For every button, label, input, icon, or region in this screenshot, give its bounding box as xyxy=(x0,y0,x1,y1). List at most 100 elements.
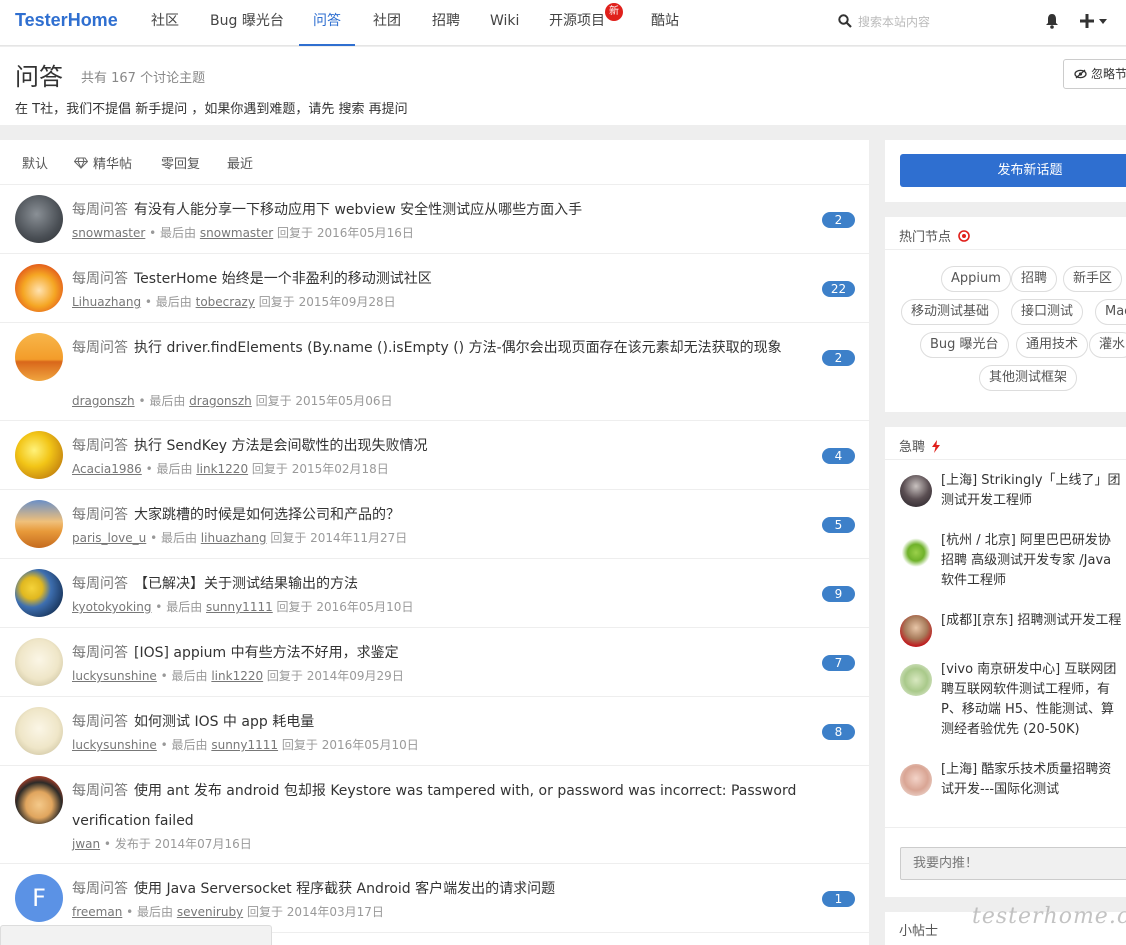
filter-recent[interactable]: 最近 xyxy=(227,153,253,172)
reply-count[interactable]: 5 xyxy=(822,517,855,533)
topic-title[interactable]: 每周问答 [IOS] appium 中有些方法不好用，求鉴定 xyxy=(72,638,822,668)
meta-time: 回复于 2015年05月06日 xyxy=(251,394,393,408)
topic-node[interactable]: 每周问答 xyxy=(72,438,128,454)
avatar[interactable] xyxy=(15,195,63,243)
reply-count[interactable]: 2 xyxy=(822,350,855,366)
avatar[interactable] xyxy=(15,333,63,381)
reply-count[interactable]: 7 xyxy=(822,655,855,671)
last-reply-user-link[interactable]: link1220 xyxy=(196,462,248,476)
reply-count[interactable]: 22 xyxy=(822,281,855,297)
author-link[interactable]: kyotokyoking xyxy=(72,600,151,614)
node-tag[interactable]: 接口测试 xyxy=(1011,299,1084,325)
node-tag[interactable]: 招聘 xyxy=(1011,266,1058,292)
topic-node[interactable]: 每周问答 xyxy=(72,202,128,218)
meta-sep: • 最后由 xyxy=(156,669,212,683)
author-link[interactable]: Lihuazhang xyxy=(72,295,141,309)
topic-node[interactable]: 每周问答 xyxy=(72,881,128,897)
last-reply-user-link[interactable]: lihuazhang xyxy=(201,531,267,545)
topic-node[interactable]: 每周问答 xyxy=(72,576,128,592)
ignore-node-button[interactable]: 忽略节 xyxy=(1063,59,1126,89)
topic-node[interactable]: 每周问答 xyxy=(72,783,128,799)
horizontal-scrollbar-stub[interactable] xyxy=(0,925,272,945)
topic-node[interactable]: 每周问答 xyxy=(72,645,128,661)
topic-title-text: 大家跳槽的时候是如何选择公司和产品的？ xyxy=(134,507,400,523)
topic-title[interactable]: 每周问答 TesterHome 始终是一个非盈利的移动测试社区 xyxy=(72,264,822,294)
node-tag[interactable]: 移动测试基础 xyxy=(901,299,1000,325)
meta-time: 回复于 2014年03月17日 xyxy=(243,905,384,919)
avatar[interactable] xyxy=(15,264,63,312)
nav-item-bug[interactable]: Bug 曝光台 xyxy=(196,0,298,46)
topic-title[interactable]: 每周问答 大家跳槽的时候是如何选择公司和产品的？ xyxy=(72,500,822,530)
new-topic-button[interactable]: 发布新话题 xyxy=(900,154,1126,187)
node-tag[interactable]: 通用技术 xyxy=(1016,332,1089,358)
topic-title[interactable]: 每周问答 【已解决】关于测试结果输出的方法 xyxy=(72,569,822,599)
avatar[interactable] xyxy=(15,500,63,548)
topic-title[interactable]: 每周问答 如何测试 IOS 中 app 耗电量 xyxy=(72,707,822,737)
reply-count[interactable]: 9 xyxy=(822,586,855,602)
author-link[interactable]: luckysunshine xyxy=(72,669,157,683)
last-reply-user-link[interactable]: link1220 xyxy=(211,669,263,683)
filter-default[interactable]: 默认 xyxy=(22,153,48,172)
meta-time: 回复于 2014年09月29日 xyxy=(263,669,404,683)
nav-item-sites[interactable]: 酷站 xyxy=(637,0,693,46)
nav-item-jobs[interactable]: 招聘 xyxy=(418,0,474,46)
topic-title[interactable]: 每周问答 执行 driver.findElements (By.name ().i… xyxy=(72,333,822,363)
last-reply-user-link[interactable]: sunny1111 xyxy=(206,600,273,614)
nav-item-clubs[interactable]: 社团 xyxy=(359,0,415,46)
plus-menu[interactable] xyxy=(1080,11,1110,31)
last-reply-user-link[interactable]: dragonszh xyxy=(189,394,252,408)
topic-node[interactable]: 每周问答 xyxy=(72,271,128,287)
author-link[interactable]: freeman xyxy=(72,905,122,919)
brand-logo[interactable]: TesterHome xyxy=(15,10,118,31)
avatar[interactable] xyxy=(15,569,63,617)
hot-nodes-title-text: 热门节点 xyxy=(899,230,952,245)
meta-time: 回复于 2016年05月16日 xyxy=(273,226,414,240)
bell-icon[interactable] xyxy=(1045,13,1059,29)
job-title: [成都][京东] 招聘测试开发工程 xyxy=(941,613,1122,628)
search-input[interactable] xyxy=(858,12,988,32)
node-tag[interactable]: 新手区 xyxy=(1063,266,1123,292)
search-icon[interactable] xyxy=(838,14,852,28)
last-reply-user-link[interactable]: snowmaster xyxy=(200,226,273,240)
reply-count[interactable]: 1 xyxy=(822,891,855,907)
node-tag[interactable]: Mac xyxy=(1095,299,1126,325)
topic-title[interactable]: 每周问答 有没有人能分享一下移动应用下 webview 安全性测试应从哪些方面入手 xyxy=(72,195,822,225)
hot-nodes-panel: 热门节点 Appium 招聘 新手区 移动测试基础 接口测试 Mac Bug 曝… xyxy=(885,217,1126,412)
author-link[interactable]: snowmaster xyxy=(72,226,145,240)
filter-excellent[interactable]: 精华帖 xyxy=(74,153,132,172)
reply-count[interactable]: 4 xyxy=(822,448,855,464)
job-title: [杭州 / 北京] 阿里巴巴研发协 招聘 高级测试开发专家 /Java 软件工程… xyxy=(941,533,1112,588)
last-reply-user-link[interactable]: sunny1111 xyxy=(211,738,278,752)
author-link[interactable]: luckysunshine xyxy=(72,738,157,752)
author-link[interactable]: paris_love_u xyxy=(72,531,146,545)
author-link[interactable]: dragonszh xyxy=(72,394,135,408)
avatar[interactable] xyxy=(15,707,63,755)
nav-item-community[interactable]: 社区 xyxy=(137,0,193,46)
last-reply-user-link[interactable]: tobecrazy xyxy=(196,295,255,309)
author-link[interactable]: jwan xyxy=(72,837,100,851)
nav-item-wiki[interactable]: Wiki xyxy=(476,0,533,46)
reply-count[interactable]: 2 xyxy=(822,212,855,228)
topic-node[interactable]: 每周问答 xyxy=(72,340,128,356)
avatar[interactable] xyxy=(15,776,63,824)
topic-title[interactable]: 每周问答 使用 Java Serversocket 程序截获 Android 客户… xyxy=(72,874,822,904)
avatar[interactable]: F xyxy=(15,874,63,922)
referral-input[interactable] xyxy=(900,847,1126,880)
avatar[interactable] xyxy=(15,431,63,479)
last-reply-user-link[interactable]: seveniruby xyxy=(177,905,243,919)
filter-no-reply[interactable]: 零回复 xyxy=(161,153,200,172)
target-icon xyxy=(958,230,970,242)
author-link[interactable]: Acacia1986 xyxy=(72,462,142,476)
node-tag[interactable]: Bug 曝光台 xyxy=(920,332,1009,358)
node-tag[interactable]: Appium xyxy=(941,266,1011,292)
reply-count[interactable]: 8 xyxy=(822,724,855,740)
topic-title[interactable]: 每周问答 使用 ant 发布 android 包却报 Keystore was t… xyxy=(72,776,822,836)
topic-title[interactable]: 每周问答 执行 SendKey 方法是会间歇性的出现失败情况 xyxy=(72,431,822,461)
node-tag[interactable]: 灌水 xyxy=(1089,332,1126,358)
nav-item-opensource[interactable]: 开源项目 新 xyxy=(535,0,623,46)
nav-item-qa[interactable]: 问答 xyxy=(299,0,355,46)
node-tag[interactable]: 其他测试框架 xyxy=(979,365,1078,391)
topic-node[interactable]: 每周问答 xyxy=(72,507,128,523)
avatar[interactable] xyxy=(15,638,63,686)
topic-node[interactable]: 每周问答 xyxy=(72,714,128,730)
